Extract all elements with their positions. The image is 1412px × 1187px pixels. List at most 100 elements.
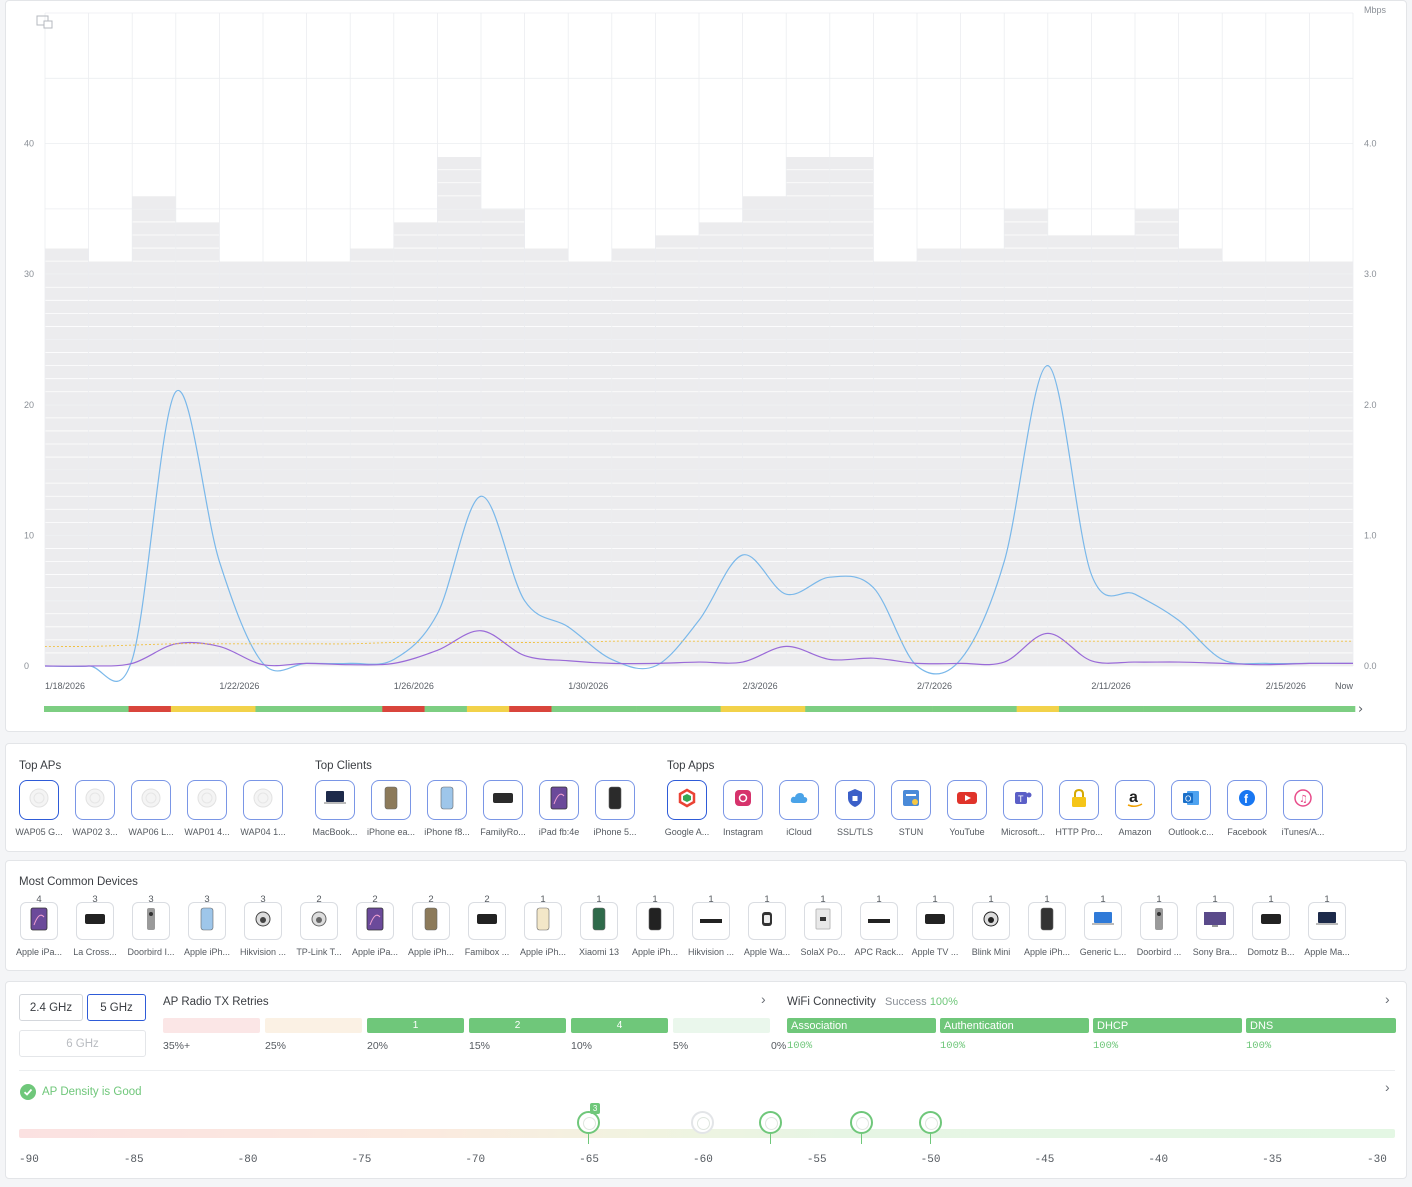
top-app-tile[interactable] (667, 780, 707, 820)
device-tile[interactable] (1308, 902, 1346, 940)
band-2-4ghz-button[interactable]: 2.4 GHz (19, 994, 83, 1021)
ap-signal-marker[interactable] (918, 1111, 942, 1134)
health-strip-segment[interactable] (805, 706, 848, 712)
wifi-connectivity-chevron-icon[interactable]: › (1385, 991, 1390, 1007)
connectivity-stage-bar[interactable]: DNS (1246, 1018, 1396, 1033)
health-strip-segment[interactable] (974, 706, 1017, 712)
health-strip-segment[interactable] (128, 706, 172, 712)
health-strip-segment[interactable] (1270, 706, 1314, 712)
retry-bucket-bar[interactable] (673, 1018, 770, 1033)
health-strip-segment[interactable] (762, 706, 806, 712)
device-tile[interactable] (804, 902, 842, 940)
health-strip-segment[interactable] (213, 706, 256, 712)
device-tile[interactable] (1196, 902, 1234, 940)
health-strip-segment[interactable] (1228, 706, 1271, 712)
chart-export-icon[interactable] (36, 15, 53, 29)
device-tile[interactable] (580, 902, 618, 940)
top-client-tile[interactable] (595, 780, 635, 820)
health-strip-segment[interactable] (1312, 706, 1356, 712)
health-strip-segment[interactable] (720, 706, 764, 712)
top-app-tile[interactable]: f (1227, 780, 1267, 820)
health-strip-segment[interactable] (847, 706, 891, 712)
health-strip-segment[interactable] (86, 706, 129, 712)
device-tile[interactable] (188, 902, 226, 940)
health-strip-segment[interactable] (44, 706, 87, 712)
top-ap-tile[interactable] (19, 780, 59, 820)
density-chevron-icon[interactable]: › (1385, 1079, 1390, 1095)
top-app-tile[interactable] (835, 780, 875, 820)
top-app-tile[interactable] (891, 780, 931, 820)
top-app-tile[interactable] (723, 780, 763, 820)
health-strip-segment[interactable] (466, 706, 510, 712)
device-tile[interactable] (1252, 902, 1290, 940)
top-app-tile[interactable] (1059, 780, 1099, 820)
top-ap-tile[interactable] (131, 780, 171, 820)
ap-signal-marker[interactable] (577, 1111, 601, 1134)
top-app-tile[interactable]: O (1171, 780, 1211, 820)
health-strip-segment[interactable] (1185, 706, 1229, 712)
top-ap-tile[interactable] (187, 780, 227, 820)
device-tile[interactable] (20, 902, 58, 940)
chart-next-chevron-icon[interactable]: › (1358, 702, 1363, 717)
device-tile[interactable] (76, 902, 114, 940)
retry-bucket-bar[interactable] (163, 1018, 260, 1033)
top-app-tile[interactable] (779, 780, 819, 820)
health-strip-segment[interactable] (636, 706, 679, 712)
top-client-tile[interactable] (427, 780, 467, 820)
health-strip-segment[interactable] (1143, 706, 1187, 712)
health-strip-segment[interactable] (932, 706, 975, 712)
device-tile[interactable] (1140, 902, 1178, 940)
health-strip-segment[interactable] (1101, 706, 1144, 712)
health-strip-segment[interactable] (593, 706, 637, 712)
health-strip-segment[interactable] (340, 706, 383, 712)
band-6ghz-button[interactable]: 6 GHz (19, 1030, 146, 1057)
health-strip-segment[interactable] (170, 706, 214, 712)
top-app-tile[interactable]: a (1115, 780, 1155, 820)
device-tile[interactable] (972, 902, 1010, 940)
health-strip-segment[interactable] (678, 706, 721, 712)
retry-bucket-bar[interactable] (265, 1018, 362, 1033)
ap-signal-marker[interactable] (691, 1111, 714, 1134)
retry-bucket-bar[interactable]: 4 (571, 1018, 668, 1033)
health-strip-segment[interactable] (1016, 706, 1060, 712)
band-5ghz-button[interactable]: 5 GHz (87, 994, 146, 1021)
device-tile[interactable] (524, 902, 562, 940)
device-tile[interactable] (916, 902, 954, 940)
device-tile[interactable] (636, 902, 674, 940)
connectivity-stage-bar[interactable]: DHCP (1093, 1018, 1242, 1033)
top-app-tile[interactable] (947, 780, 987, 820)
top-ap-tile[interactable] (75, 780, 115, 820)
health-strip-segment[interactable] (297, 706, 341, 712)
health-strip-segment[interactable] (424, 706, 468, 712)
device-tile[interactable] (244, 902, 282, 940)
health-strip-segment[interactable] (551, 706, 595, 712)
top-client-tile[interactable] (539, 780, 579, 820)
device-tile[interactable] (860, 902, 898, 940)
top-ap-tile[interactable] (243, 780, 283, 820)
top-client-tile[interactable] (315, 780, 355, 820)
health-strip-segment[interactable] (509, 706, 552, 712)
device-tile[interactable] (356, 902, 394, 940)
top-app-tile[interactable]: ♫ (1283, 780, 1323, 820)
tx-retries-chevron-icon[interactable]: › (761, 991, 766, 1007)
device-tile[interactable] (300, 902, 338, 940)
health-strip-segment[interactable] (382, 706, 425, 712)
device-tile[interactable] (412, 902, 450, 940)
device-tile[interactable] (132, 902, 170, 940)
device-tile[interactable] (692, 902, 730, 940)
access-point-icon (196, 787, 218, 814)
top-client-tile[interactable] (483, 780, 523, 820)
connectivity-stage-bar[interactable]: Authentication (940, 1018, 1089, 1033)
connectivity-stage-bar[interactable]: Association (787, 1018, 936, 1033)
retry-bucket-bar[interactable]: 1 (367, 1018, 464, 1033)
device-tile[interactable] (1028, 902, 1066, 940)
top-client-tile[interactable] (371, 780, 411, 820)
device-tile[interactable] (1084, 902, 1122, 940)
health-strip-segment[interactable] (889, 706, 933, 712)
device-tile[interactable] (468, 902, 506, 940)
health-strip-segment[interactable] (1058, 706, 1102, 712)
top-app-tile[interactable]: T (1003, 780, 1043, 820)
device-tile[interactable] (748, 902, 786, 940)
retry-bucket-bar[interactable]: 2 (469, 1018, 566, 1033)
health-strip-segment[interactable] (255, 706, 299, 712)
